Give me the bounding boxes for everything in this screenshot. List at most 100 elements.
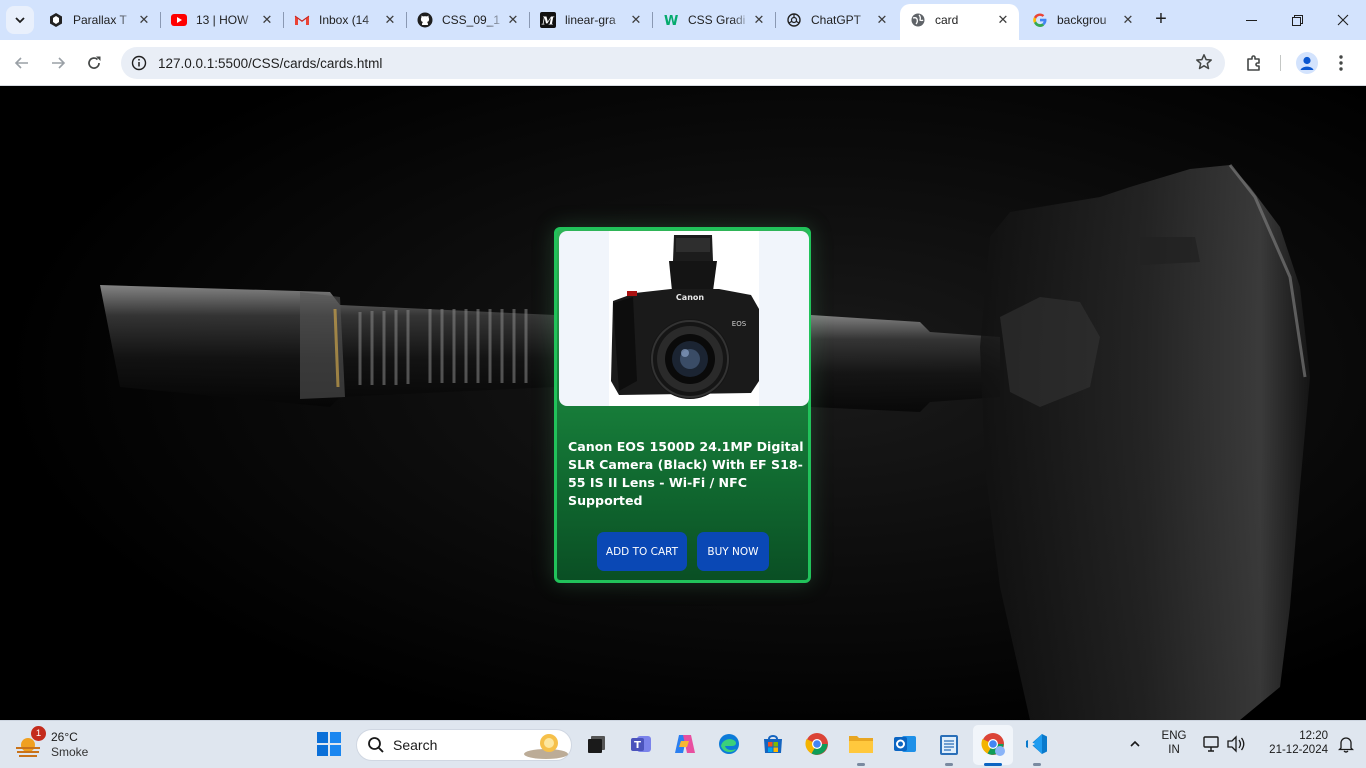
- chevron-up-icon[interactable]: [1122, 731, 1148, 757]
- tab-title: 13 | HOW: [196, 13, 249, 27]
- close-icon[interactable]: ✕: [382, 12, 398, 28]
- chatgpt-icon: [786, 12, 802, 28]
- restore-button[interactable]: [1274, 0, 1320, 40]
- add-to-cart-button[interactable]: ADD TO CART: [597, 532, 687, 571]
- chrome-active-icon[interactable]: [980, 731, 1006, 757]
- notification-bell-icon[interactable]: [1333, 731, 1359, 757]
- tab-search-button[interactable]: [6, 6, 34, 34]
- back-button[interactable]: [8, 49, 36, 77]
- search-icon: [368, 737, 384, 753]
- taskbar-search[interactable]: Search: [356, 729, 572, 761]
- teams-icon[interactable]: T: [628, 731, 654, 757]
- medium-icon: M: [540, 12, 556, 28]
- tab-title: CSS_09_1: [442, 13, 501, 27]
- gmail-icon: [294, 12, 310, 28]
- close-icon[interactable]: ✕: [505, 12, 521, 28]
- start-button[interactable]: [316, 731, 342, 757]
- chrome-icon[interactable]: [804, 731, 830, 757]
- camera-model-label: EOS: [732, 320, 747, 328]
- file-explorer-icon[interactable]: [848, 731, 874, 757]
- buy-now-button[interactable]: BUY NOW: [697, 532, 769, 571]
- tab-title: linear-gra: [565, 13, 616, 27]
- tab-parallax[interactable]: Parallax T ✕: [38, 4, 161, 36]
- tab-title: ChatGPT: [811, 13, 862, 27]
- windows-icon: [317, 732, 341, 756]
- bookmark-star-icon[interactable]: [1195, 53, 1213, 76]
- tab-gmail[interactable]: Inbox (14 ✕: [284, 4, 407, 36]
- camera-brand-label: Canon: [676, 293, 704, 302]
- camera-product-illustration: Canon EOS: [609, 231, 759, 406]
- profile-button[interactable]: [1293, 49, 1321, 77]
- new-tab-button[interactable]: +: [1150, 8, 1172, 30]
- arrow-right-icon: [52, 57, 66, 69]
- more-vertical-icon: [1339, 55, 1343, 71]
- tab-title: backgrou: [1057, 13, 1107, 27]
- site-info-icon[interactable]: [123, 55, 155, 71]
- svg-text:M: M: [541, 15, 555, 28]
- avatar-icon: [1296, 52, 1318, 74]
- clock[interactable]: 12:20 21-12-2024: [1256, 730, 1328, 756]
- tab-google[interactable]: backgrou ✕: [1022, 4, 1144, 36]
- minimize-icon: [1245, 19, 1257, 21]
- close-icon: [1337, 14, 1349, 26]
- restore-icon: [1291, 14, 1303, 26]
- search-highlight-icon: [524, 734, 568, 759]
- tab-chatgpt[interactable]: ChatGPT ✕: [776, 4, 898, 36]
- globe-icon: [910, 12, 926, 28]
- task-view-icon[interactable]: [584, 731, 610, 757]
- outlook-icon[interactable]: [892, 731, 918, 757]
- menu-button[interactable]: [1327, 49, 1355, 77]
- close-icon[interactable]: ✕: [259, 12, 275, 28]
- close-icon[interactable]: ✕: [995, 12, 1011, 28]
- arrow-left-icon: [14, 57, 28, 69]
- puzzle-icon: [1247, 55, 1260, 71]
- w3schools-icon: W: [663, 12, 679, 28]
- close-icon[interactable]: ✕: [136, 12, 152, 28]
- copilot-icon[interactable]: [672, 731, 698, 757]
- product-title: Canon EOS 1500D 24.1MP Digital SLR Camer…: [568, 439, 804, 508]
- tab-title: Parallax T: [73, 13, 127, 27]
- windows-taskbar: 1 26°C Smoke Search T ENG IN 12:20 21-12…: [0, 720, 1366, 768]
- volume-icon[interactable]: [1223, 731, 1249, 757]
- address-bar[interactable]: 127.0.0.1:5500/CSS/cards/cards.html: [121, 47, 1225, 79]
- parallax-icon: [48, 12, 64, 28]
- tab-medium[interactable]: M linear-gra ✕: [530, 4, 653, 36]
- plus-icon: +: [1155, 7, 1167, 30]
- tab-youtube[interactable]: 13 | HOW ✕: [161, 4, 284, 36]
- running-indicator: [857, 763, 865, 766]
- close-window-button[interactable]: [1320, 0, 1366, 40]
- close-icon[interactable]: ✕: [874, 12, 890, 28]
- product-image: Canon EOS: [559, 231, 809, 406]
- store-icon[interactable]: [760, 731, 786, 757]
- tab-title: Inbox (14: [319, 13, 370, 27]
- weather-condition: Smoke: [51, 745, 89, 759]
- browser-toolbar: 127.0.0.1:5500/CSS/cards/cards.html: [0, 40, 1366, 86]
- reload-button[interactable]: [80, 49, 108, 77]
- running-indicator: [945, 763, 953, 766]
- toolbar-divider: [1280, 55, 1281, 71]
- close-icon[interactable]: ✕: [1120, 12, 1136, 28]
- tab-github[interactable]: CSS_09_1 ✕: [407, 4, 530, 36]
- svg-text:W: W: [664, 14, 678, 28]
- minimize-button[interactable]: [1228, 0, 1274, 40]
- url-text[interactable]: 127.0.0.1:5500/CSS/cards/cards.html: [158, 56, 382, 71]
- github-icon: [417, 12, 433, 28]
- close-icon[interactable]: ✕: [628, 12, 644, 28]
- tab-card[interactable]: card ✕: [900, 4, 1019, 40]
- vscode-icon[interactable]: [1024, 731, 1050, 757]
- close-icon[interactable]: ✕: [751, 12, 767, 28]
- tab-title: CSS Gradi: [688, 13, 746, 27]
- network-icon[interactable]: [1199, 731, 1225, 757]
- language-indicator[interactable]: ENG IN: [1158, 730, 1190, 756]
- clock-date: 21-12-2024: [1269, 744, 1328, 756]
- tab-title: card: [935, 13, 959, 27]
- extensions-button[interactable]: [1240, 49, 1268, 77]
- notification-badge: 1: [31, 726, 46, 741]
- weather-widget[interactable]: 1 26°C Smoke: [14, 726, 124, 762]
- forward-button[interactable]: [44, 49, 72, 77]
- region-code: IN: [1168, 744, 1180, 756]
- notepad-icon[interactable]: [936, 731, 962, 757]
- edge-icon[interactable]: [716, 731, 742, 757]
- product-card: Canon EOS Canon EOS 1500D 24.1MP Digital…: [554, 227, 811, 583]
- tab-w3schools[interactable]: W CSS Gradi ✕: [653, 4, 776, 36]
